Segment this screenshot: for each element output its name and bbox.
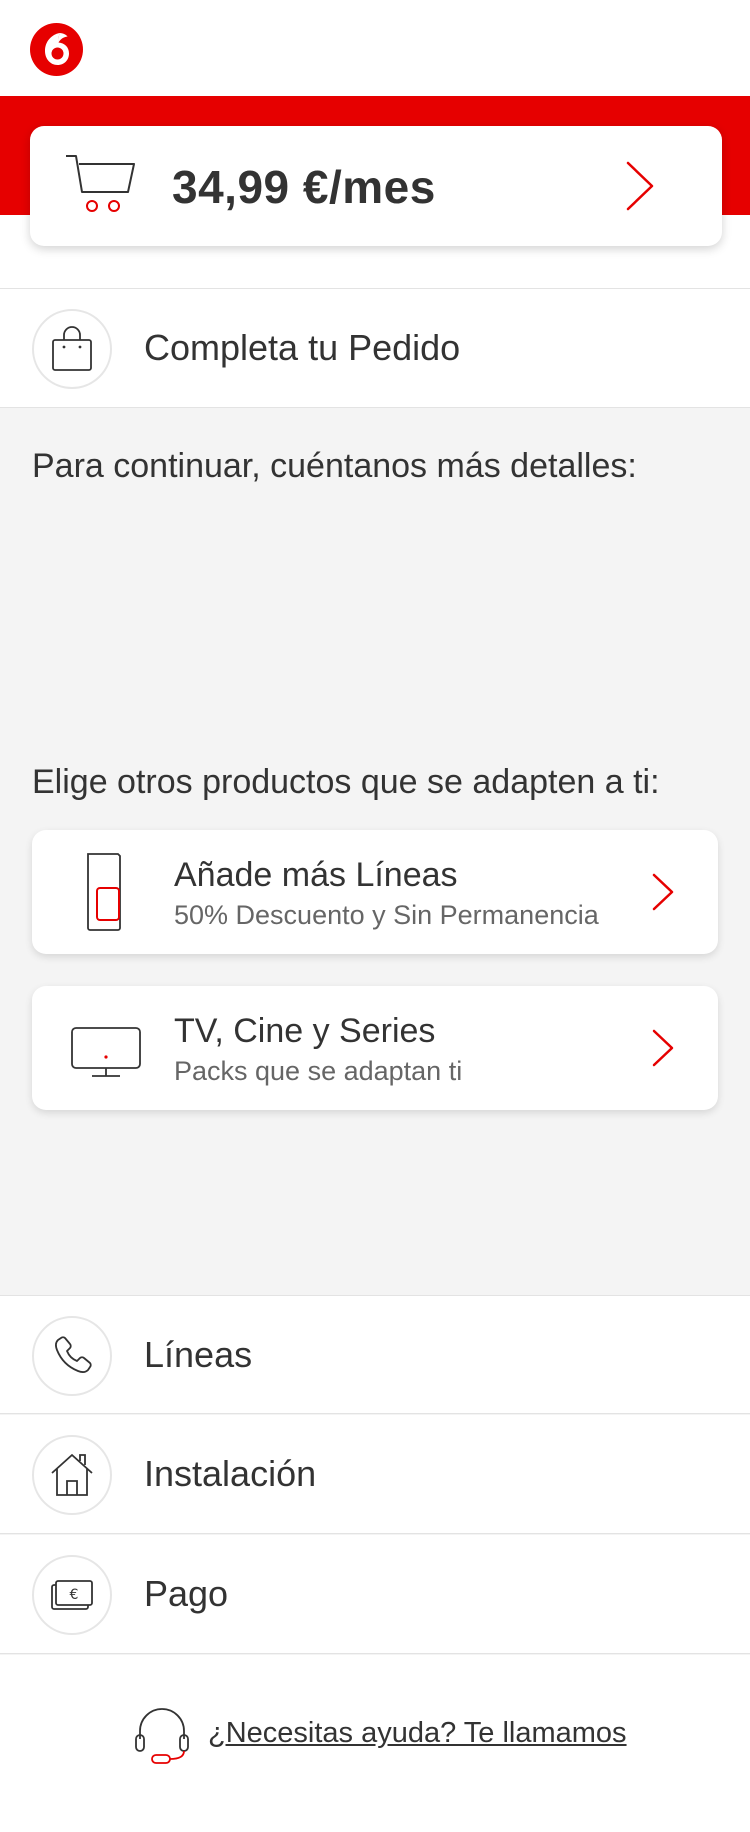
product-subtitle: 50% Descuento y Sin Permanencia [174,900,599,930]
product-title: TV, Cine y Series [174,1012,436,1050]
cart-monthly-price: 34,99 €/mes [172,161,436,213]
help-footer: ¿Necesitas ayuda? Te llamamos [0,1655,750,1832]
tv-icon [71,1027,141,1077]
sim-card-icon [87,853,121,931]
shopping-cart-icon [66,155,135,212]
vodafone-logo-icon[interactable] [30,23,83,76]
euro-bill-icon: € [51,1580,93,1610]
checkout-page: 34,99 €/mes Completa tu Pedido Para cont… [0,0,750,1832]
chevron-right-icon [652,873,674,911]
top-bar [0,0,750,96]
details-prompt-text: Para continuar, cuéntanos más detalles: [32,447,637,485]
step-icon-circle: € [32,1555,112,1635]
step-label: Pago [144,1573,229,1614]
cart-summary-card[interactable]: 34,99 €/mes [30,126,722,246]
step-complete-order[interactable]: Completa tu Pedido [0,289,750,408]
product-card-lines[interactable]: Añade más Líneas 50% Descuento y Sin Per… [32,830,718,954]
step-icon-circle [32,1316,112,1396]
product-subtitle: Packs que se adaptan ti [174,1056,463,1086]
step-installation[interactable]: Instalación [0,1415,750,1534]
other-products-heading: Elige otros productos que se adapten a t… [32,763,660,801]
step-label: Completa tu Pedido [144,327,461,368]
phone-icon [55,1336,92,1373]
product-title: Añade más Líneas [174,856,458,894]
chevron-right-icon[interactable] [622,160,656,212]
step-label: Líneas [144,1334,253,1375]
step-lines[interactable]: Líneas [0,1295,750,1414]
product-card-tv[interactable]: TV, Cine y Series Packs que se adaptan t… [32,986,718,1110]
chevron-right-icon [652,1029,674,1067]
step-icon-circle [32,1435,112,1515]
svg-text:€: € [70,1587,79,1603]
shopping-bag-icon [52,326,92,371]
step-icon-circle [32,309,112,389]
help-call-link[interactable]: ¿Necesitas ayuda? Te llamamos [208,1717,627,1750]
house-icon [51,1454,93,1496]
headset-icon [135,1708,189,1764]
step-payment[interactable]: € Pago [0,1535,750,1654]
step-label: Instalación [144,1453,317,1494]
